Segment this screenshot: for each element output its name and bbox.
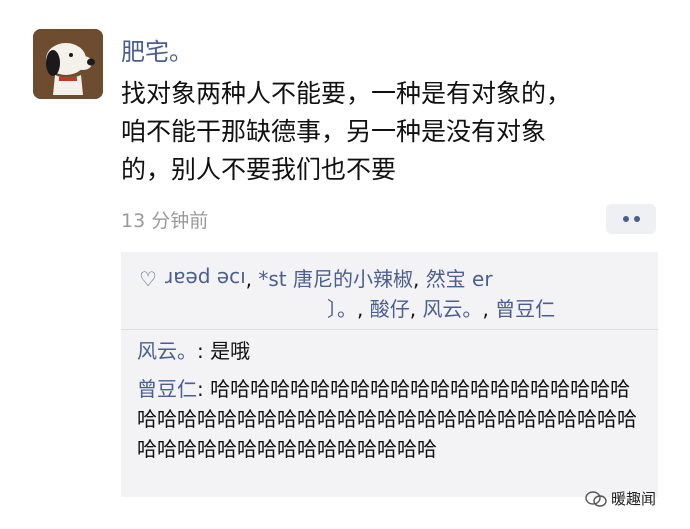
like-name[interactable]: *st 唐尼的小辣椒 bbox=[258, 267, 413, 291]
more-icon bbox=[622, 216, 629, 222]
post-timestamp: 13 分钟前 bbox=[121, 210, 209, 232]
comment[interactable]: 曾豆仁: 哈哈哈哈哈哈哈哈哈哈哈哈哈哈哈哈哈哈哈哈哈哈哈哈哈哈哈哈哈哈哈哈哈哈哈… bbox=[137, 374, 647, 464]
like-name[interactable]: 曾豆仁 bbox=[495, 297, 555, 321]
more-button[interactable] bbox=[606, 204, 656, 234]
like-name[interactable]: 酸仔 bbox=[370, 297, 410, 321]
interaction-panel: ♡ ıɔe pear, *st 唐尼的小辣椒, 然宝 er 〕。, 酸仔, 风云。… bbox=[121, 252, 658, 497]
like-name[interactable]: 〕。 bbox=[327, 297, 357, 321]
comment[interactable]: 风云。: 是哦 bbox=[137, 336, 647, 366]
likes-list: ♡ ıɔe pear, *st 唐尼的小辣椒, 然宝 er 〕。, 酸仔, 风云。… bbox=[139, 264, 649, 324]
wechat-icon bbox=[585, 490, 607, 507]
like-name[interactable]: 然宝 er bbox=[426, 267, 493, 291]
watermark-text: 暖趣闻 bbox=[611, 490, 657, 508]
comment-author[interactable]: 风云。 bbox=[137, 339, 197, 363]
comment-text: 是哦 bbox=[210, 339, 251, 363]
like-name[interactable]: ıɔe pear bbox=[165, 264, 246, 294]
comment-text: 哈哈哈哈哈哈哈哈哈哈哈哈哈哈哈哈哈哈哈哈哈哈哈哈哈哈哈哈哈哈哈哈哈哈哈哈哈哈哈哈… bbox=[137, 377, 637, 461]
post-text: 找对象两种人不能要，一种是有对象的， 咱不能干那缺德事，另一种是没有对象 的，别… bbox=[121, 79, 572, 184]
watermark: 暖趣闻 bbox=[585, 488, 656, 509]
post-author[interactable]: 肥宅。 bbox=[121, 32, 193, 67]
divider bbox=[121, 329, 658, 330]
comments-list: 风云。: 是哦 曾豆仁: 哈哈哈哈哈哈哈哈哈哈哈哈哈哈哈哈哈哈哈哈哈哈哈哈哈哈哈… bbox=[137, 336, 647, 472]
avatar[interactable] bbox=[33, 29, 103, 99]
like-name[interactable]: 风云。 bbox=[422, 297, 482, 321]
comment-author[interactable]: 曾豆仁 bbox=[137, 377, 197, 401]
snoopy-avatar-image bbox=[33, 29, 103, 99]
heart-icon: ♡ bbox=[139, 267, 157, 291]
